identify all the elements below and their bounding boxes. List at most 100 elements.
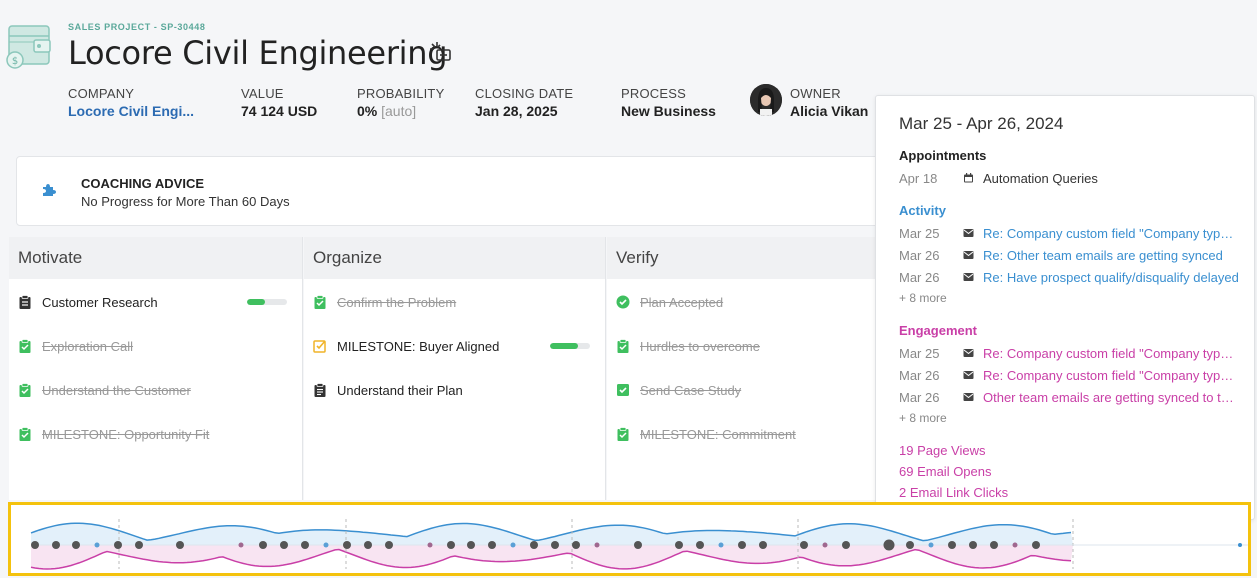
- task-progress-bar: [550, 343, 590, 349]
- activity-area: [31, 523, 1073, 545]
- appointment-row[interactable]: Apr 18 Automation Queries: [899, 169, 1239, 187]
- activity-timeline[interactable]: [8, 502, 1251, 576]
- coaching-text: No Progress for More Than 60 Days: [81, 194, 290, 209]
- timeline-event-dot[interactable]: [634, 541, 642, 549]
- timeline-event-dot[interactable]: [928, 542, 934, 548]
- row-link: Re: Company custom field "Company type" …: [983, 367, 1239, 383]
- timeline-event-dot[interactable]: [948, 541, 956, 549]
- timeline-event-dot[interactable]: [94, 542, 100, 548]
- timeline-event-dot[interactable]: [427, 542, 433, 548]
- task-item[interactable]: Understand the Customer: [18, 379, 191, 401]
- envelope-icon: [963, 393, 974, 401]
- task-label: Confirm the Problem: [337, 294, 457, 310]
- task-item[interactable]: MILESTONE: Buyer Aligned: [313, 335, 499, 357]
- wallet-dollar-icon: $: [6, 25, 51, 69]
- task-label: MILESTONE: Opportunity Fit: [42, 426, 210, 442]
- timeline-event-dot[interactable]: [759, 541, 767, 549]
- task-item[interactable]: Plan Accepted: [616, 291, 723, 313]
- coaching-advice-card[interactable]: COACHING ADVICE No Progress for More Tha…: [16, 156, 896, 226]
- timeline-event-dot[interactable]: [800, 541, 808, 549]
- meta-value-label: VALUE: [241, 86, 284, 101]
- timeline-event-dot[interactable]: [510, 542, 516, 548]
- puzzle-icon: [43, 184, 56, 196]
- timeline-event-dot[interactable]: [301, 541, 309, 549]
- engagement-row[interactable]: Mar 26 Re: Company custom field "Company…: [899, 366, 1239, 384]
- process-value[interactable]: New Business: [621, 103, 716, 119]
- clipboard-check-icon: [19, 427, 31, 441]
- timeline-event-dot[interactable]: [842, 541, 850, 549]
- timeline-event-dot[interactable]: [343, 541, 351, 549]
- meta-closing-label: CLOSING DATE: [475, 86, 574, 101]
- timeline-event-dot[interactable]: [822, 542, 828, 548]
- task-item[interactable]: Confirm the Problem: [313, 291, 456, 313]
- row-date: Mar 26: [899, 389, 940, 405]
- task-item[interactable]: Understand their Plan: [313, 379, 463, 401]
- timeline-event-dot[interactable]: [280, 541, 288, 549]
- timeline-event-dot[interactable]: [530, 541, 538, 549]
- task-item[interactable]: MILESTONE: Commitment: [616, 423, 796, 445]
- timeline-event-dot[interactable]: [135, 541, 143, 549]
- timeline-event-dot[interactable]: [31, 541, 39, 549]
- timeline-event-dot[interactable]: [447, 541, 455, 549]
- timeline-event-dot[interactable]: [572, 541, 580, 549]
- owner-value[interactable]: Alicia Vikan: [790, 103, 868, 119]
- timeline-event-dot[interactable]: [738, 541, 746, 549]
- task-item[interactable]: Hurdles to overcome: [616, 335, 760, 357]
- stat-email-link-clicks[interactable]: 2 Email Link Clicks: [899, 485, 1008, 500]
- timeline-event-dot[interactable]: [114, 541, 122, 549]
- timeline-event-dot[interactable]: [467, 541, 475, 549]
- timeline-event-dot[interactable]: [1012, 542, 1018, 548]
- timeline-event-dot[interactable]: [906, 541, 914, 549]
- closing-date-value[interactable]: Jan 28, 2025: [475, 103, 573, 119]
- timeline-event-dot[interactable]: [594, 542, 600, 548]
- timeline-event-dot[interactable]: [551, 541, 559, 549]
- timeline-event-dot[interactable]: [52, 541, 60, 549]
- meta-company-label: COMPANY: [68, 86, 135, 101]
- activity-row[interactable]: Mar 26 Re: Other team emails are getting…: [899, 246, 1239, 264]
- timeline-graph[interactable]: [11, 505, 1248, 573]
- stat-page-views[interactable]: 19 Page Views: [899, 443, 986, 458]
- timeline-event-dot[interactable]: [675, 541, 683, 549]
- timeline-event-dot[interactable]: [969, 541, 977, 549]
- engagement-more-link[interactable]: + 8 more: [899, 411, 947, 425]
- timeline-event-dot[interactable]: [364, 541, 372, 549]
- timeline-event-dot[interactable]: [176, 541, 184, 549]
- timeline-event-dot[interactable]: [385, 541, 393, 549]
- task-item[interactable]: Send Case Study: [616, 379, 741, 401]
- timeline-event-dot[interactable]: [1032, 541, 1040, 549]
- breadcrumb: SALES PROJECT - SP-30448: [68, 22, 206, 32]
- magic-wand-icon[interactable]: [430, 42, 452, 62]
- stage-organize: Organize Confirm the Problem MILESTONE: …: [304, 237, 606, 500]
- owner-avatar[interactable]: [750, 84, 782, 116]
- appointments-title: Appointments: [899, 148, 987, 163]
- engagement-row[interactable]: Mar 26 Other team emails are getting syn…: [899, 388, 1239, 406]
- task-item[interactable]: MILESTONE: Opportunity Fit: [18, 423, 209, 445]
- row-date: Mar 25: [899, 225, 940, 241]
- row-date: Mar 26: [899, 269, 940, 285]
- timeline-event-dot[interactable]: [883, 539, 895, 551]
- task-item[interactable]: Exploration Call: [18, 335, 133, 357]
- timeline-event-dot[interactable]: [488, 541, 496, 549]
- engagement-row[interactable]: Mar 25 Re: Company custom field "Company…: [899, 344, 1239, 362]
- timeline-event-dot[interactable]: [259, 541, 267, 549]
- timeline-event-dot[interactable]: [323, 542, 329, 548]
- timeline-event-dot[interactable]: [238, 542, 244, 548]
- engagement-title: Engagement: [899, 323, 978, 338]
- activity-more-link[interactable]: + 8 more: [899, 291, 947, 305]
- timeline-event-dot[interactable]: [696, 541, 704, 549]
- task-progress-fill: [550, 343, 578, 349]
- row-date: Mar 25: [899, 345, 940, 361]
- task-item[interactable]: Customer Research: [18, 291, 158, 313]
- activity-row[interactable]: Mar 26 Re: Have prospect qualify/disqual…: [899, 268, 1239, 286]
- stat-email-opens[interactable]: 69 Email Opens: [899, 464, 992, 479]
- timeline-event-dot[interactable]: [990, 541, 998, 549]
- activity-row[interactable]: Mar 25 Re: Company custom field "Company…: [899, 224, 1239, 242]
- probability-value[interactable]: 0% [auto]: [357, 103, 444, 119]
- timeline-event-dot[interactable]: [72, 541, 80, 549]
- company-link[interactable]: Locore Civil Engi...: [68, 103, 194, 119]
- timeline-event-dot[interactable]: [718, 542, 724, 548]
- deal-value[interactable]: 74 124 USD: [241, 103, 317, 119]
- task-label: Send Case Study: [640, 382, 742, 398]
- svg-text:$: $: [12, 56, 18, 67]
- timeline-event-dot[interactable]: [1238, 543, 1242, 547]
